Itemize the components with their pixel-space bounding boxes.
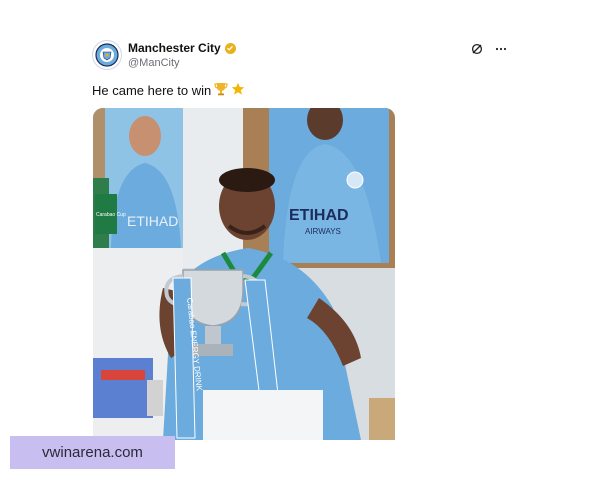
- star-icon: [231, 82, 245, 98]
- trophy-icon: [214, 82, 228, 98]
- banner-text-1: ETIHAD: [289, 207, 349, 224]
- watermark: vwinarena.com: [10, 436, 175, 469]
- more-options-icon[interactable]: [494, 42, 508, 56]
- tweet-text-row: He came here to win: [92, 82, 245, 98]
- verified-badge-icon: [224, 42, 236, 54]
- handle[interactable]: @ManCity: [128, 57, 180, 69]
- grok-icon[interactable]: [470, 42, 484, 56]
- avatar[interactable]: [92, 40, 122, 70]
- banner-text-2: AIRWAYS: [305, 227, 341, 236]
- post-photo[interactable]: ETIHAD ETIHAD AIRWAYS Carabao ENERGY DRI…: [93, 108, 395, 440]
- top-actions: [470, 42, 508, 56]
- photo-scene: ETIHAD ETIHAD AIRWAYS Carabao ENERGY DRI…: [93, 108, 395, 440]
- club-crest-icon: [95, 43, 119, 67]
- board-text: Carabao Cup: [96, 212, 126, 218]
- name-row: Manchester City: [128, 41, 236, 55]
- tweet-text: He came here to win: [92, 82, 212, 98]
- display-name[interactable]: Manchester City: [128, 41, 221, 55]
- left-banner-text: ETIHAD: [127, 213, 178, 229]
